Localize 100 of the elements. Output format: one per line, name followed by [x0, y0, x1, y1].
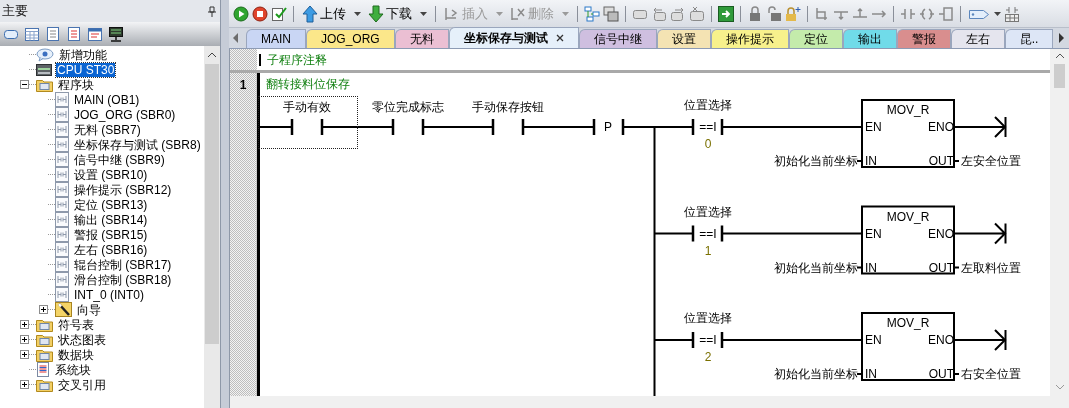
document-tab[interactable]: 操作提示 — [710, 29, 789, 48]
compare-operator: ==I — [699, 226, 717, 241]
caret-icon[interactable] — [994, 11, 1001, 16]
tree-item[interactable]: 操作提示 (SBR12) — [73, 182, 173, 197]
document-tab[interactable]: 设置 — [656, 29, 711, 48]
run-icon[interactable] — [233, 5, 249, 22]
tree-item[interactable]: 无料 (SBR7) — [73, 122, 142, 137]
expand-toggle[interactable] — [20, 380, 29, 389]
tree-item[interactable]: CPU ST30 — [56, 62, 116, 77]
tree-item[interactable]: 定位 (SBR13) — [73, 197, 149, 212]
ladder-page-icon — [55, 182, 69, 197]
tree-item[interactable]: 警报 (SBR15) — [73, 227, 149, 242]
tree-item[interactable]: 滑台控制 (SBR18) — [73, 272, 173, 287]
expand-toggle[interactable] — [20, 350, 29, 359]
ladder-page-icon — [55, 167, 69, 182]
scroll-left-icon[interactable] — [232, 33, 240, 43]
document-tab[interactable]: 左右 — [950, 29, 1005, 48]
scroll-right-icon[interactable] — [1057, 33, 1066, 43]
pin-label: EN — [865, 226, 882, 241]
expand-toggle[interactable] — [20, 320, 29, 329]
compare-contact-symbol — [691, 117, 724, 137]
document-tab[interactable]: MAIN — [246, 29, 306, 48]
document-tab[interactable]: 输出 — [842, 29, 897, 48]
tree-item[interactable]: INT_0 (INT0) — [73, 287, 145, 302]
scroll-down-icon[interactable] — [1055, 385, 1064, 390]
compare-label: 位置选择 — [684, 311, 732, 325]
contact-label: 手动保存按钮 — [472, 100, 544, 114]
tree-item[interactable]: 新增功能 — [58, 47, 108, 62]
folder-icon — [36, 77, 53, 92]
pin-icon[interactable] — [208, 5, 216, 17]
branch-icon[interactable] — [814, 5, 830, 22]
ladder-page-icon — [55, 272, 69, 287]
tree-item[interactable]: 坐标保存与测试 (SBR8) — [73, 137, 202, 152]
toolbar-dropdown-button[interactable]: 上传 — [300, 3, 363, 24]
table-grid-icon[interactable] — [1004, 5, 1020, 22]
tree-item[interactable]: 系统块 — [54, 362, 92, 377]
tree-item[interactable]: 辊台控制 (SBR17) — [73, 257, 173, 272]
folder-icon — [36, 377, 53, 392]
document-tab[interactable]: 坐标保存与测试 — [448, 27, 579, 48]
lock-icon[interactable] — [747, 5, 763, 22]
document-tab[interactable]: 无料 — [394, 29, 449, 48]
network-diagram-icon[interactable] — [584, 5, 600, 22]
pin-label: ENO — [928, 120, 954, 134]
document-tab[interactable]: 警报 — [896, 29, 951, 48]
pin-label: OUT — [928, 154, 954, 168]
coil-icon[interactable] — [919, 5, 935, 22]
expand-toggle[interactable] — [20, 335, 29, 344]
tree-item[interactable]: 符号表 — [57, 317, 95, 332]
lock-plus-icon[interactable] — [785, 5, 801, 22]
input-wire — [856, 373, 863, 375]
document-tab[interactable]: 昆.. — [1004, 29, 1054, 48]
box-left-arrow-icon[interactable] — [651, 5, 667, 22]
edge-symbol: P — [604, 120, 612, 134]
tree-item[interactable]: 交叉引用 — [57, 377, 107, 392]
table-icon[interactable] — [24, 26, 40, 42]
document-tab[interactable]: JOG_ORG — [306, 29, 395, 48]
scrollbar-thumb[interactable] — [1054, 64, 1065, 88]
tree-item[interactable]: 状态图表 — [57, 332, 107, 347]
list-document-icon[interactable] — [66, 26, 82, 42]
document-tab[interactable]: 信号中继 — [578, 29, 657, 48]
expand-toggle[interactable] — [39, 305, 48, 314]
scroll-up-icon[interactable] — [1055, 53, 1064, 58]
ladder-page-icon — [55, 107, 69, 122]
contact-symbol — [290, 117, 324, 137]
close-icon[interactable] — [555, 34, 564, 42]
pin-label: ENO — [928, 226, 954, 241]
document-tab[interactable]: 定位 — [788, 29, 843, 48]
expand-toggle[interactable] — [20, 80, 29, 89]
tree-item[interactable]: 左右 (SBR16) — [73, 242, 149, 257]
compile-check-icon[interactable] — [271, 5, 287, 22]
tree-item[interactable]: 设置 (SBR10) — [73, 167, 149, 182]
scrollbar-thumb[interactable] — [205, 64, 219, 344]
box-right-arrow-icon[interactable] — [670, 5, 686, 22]
folder-icon — [36, 332, 53, 347]
tree-item[interactable]: 数据块 — [57, 347, 95, 362]
input-wire — [856, 160, 863, 162]
toolbar-dropdown-button[interactable]: 下载 — [366, 3, 429, 24]
caret-icon — [562, 11, 569, 16]
tree-item[interactable]: 程序块 — [57, 77, 95, 92]
output-arrow — [953, 329, 1007, 351]
tree-item[interactable]: 信号中继 (SBR9) — [73, 152, 166, 167]
tree-item[interactable]: 向导 — [76, 302, 102, 317]
scroll-up-icon[interactable] — [208, 52, 216, 57]
tree-item[interactable]: 输出 (SBR14) — [73, 212, 149, 227]
function-box-icon[interactable] — [938, 5, 954, 22]
tree-item[interactable]: MAIN (OB1) — [73, 92, 141, 107]
caret-icon — [496, 11, 503, 16]
monitor-icon[interactable] — [108, 26, 124, 42]
tree-item[interactable]: JOG_ORG (SBR0) — [73, 107, 177, 122]
compare-label: 位置选择 — [684, 98, 732, 112]
ladder-page-icon — [55, 122, 69, 137]
stop-icon[interactable] — [252, 5, 268, 22]
box-x-icon[interactable] — [689, 5, 705, 22]
pin-label: OUT — [928, 367, 954, 381]
window-stack-icon[interactable] — [603, 5, 619, 22]
form-window-icon[interactable] — [87, 26, 103, 42]
compare-value: 2 — [704, 350, 712, 364]
document-icon[interactable] — [45, 26, 61, 42]
network-title: 翻转接料位保存 — [266, 76, 350, 93]
unlock-icon[interactable] — [766, 5, 782, 22]
